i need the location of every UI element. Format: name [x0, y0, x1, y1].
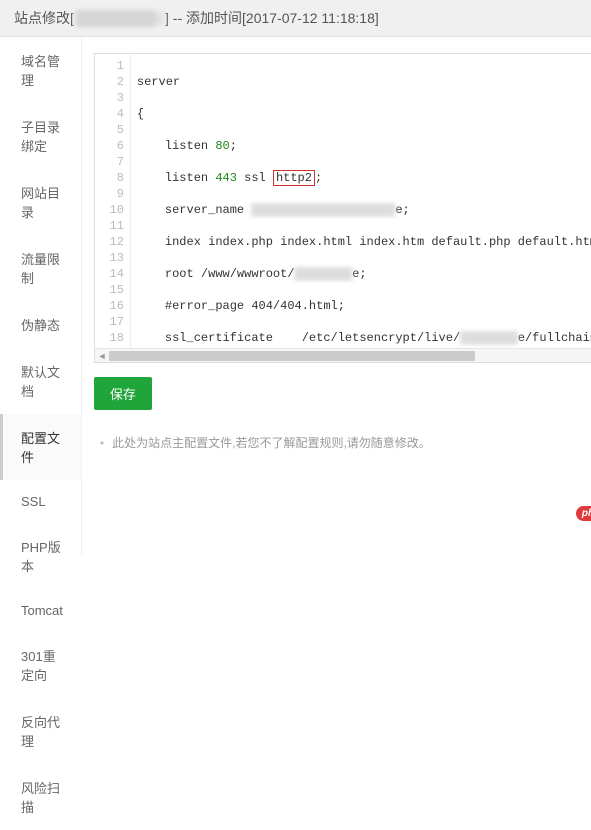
header-prefix: 站点修改[: [14, 10, 74, 26]
content-panel: 123456789101112131415161718 server { lis…: [82, 37, 591, 555]
sidebar-item-webdir[interactable]: 网站目录: [0, 169, 81, 235]
scroll-thumb[interactable]: [109, 351, 475, 361]
header-sitename: ████████e: [74, 10, 165, 26]
sidebar-item-config[interactable]: 配置文件: [0, 414, 81, 480]
sidebar-item-php[interactable]: PHP版本: [0, 523, 81, 589]
save-button[interactable]: 保存: [94, 377, 152, 410]
watermark-badge: php: [576, 506, 591, 521]
sidebar-item-scan[interactable]: 风险扫描: [0, 764, 81, 830]
sidebar-item-rewrite[interactable]: 伪静态: [0, 301, 81, 348]
main-layout: 域名管理 子目录绑定 网站目录 流量限制 伪静态 默认文档 配置文件 SSL P…: [0, 37, 591, 555]
sidebar-item-domain[interactable]: 域名管理: [0, 37, 81, 103]
code-area[interactable]: server { listen 80; listen 443 ssl http2…: [131, 54, 591, 348]
sidebar-item-default[interactable]: 默认文档: [0, 348, 81, 414]
horizontal-scrollbar[interactable]: ◄ ►: [95, 348, 591, 362]
http2-highlight: http2: [273, 170, 315, 186]
config-warning: 此处为站点主配置文件,若您不了解配置规则,请勿随意修改。: [94, 434, 591, 451]
sidebar-item-proxy[interactable]: 反向代理: [0, 698, 81, 764]
watermark: php 中文网: [576, 504, 591, 523]
sidebar-item-redirect[interactable]: 301重定向: [0, 632, 81, 698]
sidebar-item-traffic[interactable]: 流量限制: [0, 235, 81, 301]
sidebar-item-ssl[interactable]: SSL: [0, 480, 81, 523]
scroll-left-icon[interactable]: ◄: [95, 349, 109, 363]
scroll-track[interactable]: [109, 349, 591, 362]
line-gutter: 123456789101112131415161718: [95, 54, 131, 348]
header-suffix: ] -- 添加时间[2017-07-12 11:18:18]: [165, 10, 379, 26]
sidebar: 域名管理 子目录绑定 网站目录 流量限制 伪静态 默认文档 配置文件 SSL P…: [0, 37, 82, 555]
sidebar-item-subdir[interactable]: 子目录绑定: [0, 103, 81, 169]
code-editor[interactable]: 123456789101112131415161718 server { lis…: [94, 53, 591, 363]
sidebar-item-tomcat[interactable]: Tomcat: [0, 589, 81, 632]
dialog-header: 站点修改[████████e] -- 添加时间[2017-07-12 11:18…: [0, 0, 591, 37]
